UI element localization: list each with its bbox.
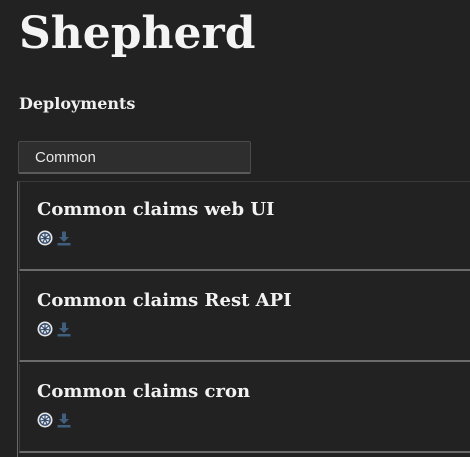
deployment-title[interactable]: Common claims web UI <box>37 198 274 222</box>
kubernetes-icon[interactable] <box>37 412 53 428</box>
deployment-card[interactable]: Common claims cron <box>19 364 470 453</box>
kubernetes-icon[interactable] <box>37 321 53 337</box>
deployment-card[interactable]: Common claims web UI <box>19 182 470 271</box>
deployment-list: Common claims web UI Common claims Rest … <box>17 181 470 457</box>
download-icon[interactable] <box>56 321 72 337</box>
app-title: Shepherd <box>19 8 256 59</box>
deployment-title[interactable]: Common claims Rest API <box>37 289 292 313</box>
kubernetes-icon[interactable] <box>37 230 53 246</box>
filter-tab-common[interactable]: Common <box>18 141 251 174</box>
download-icon[interactable] <box>56 412 72 428</box>
deployment-card[interactable]: Common claims Rest API <box>19 273 470 362</box>
download-icon[interactable] <box>56 230 72 246</box>
deployment-icons <box>37 320 72 338</box>
deployment-title[interactable]: Common claims cron <box>37 380 250 404</box>
page: Shepherd Deployments Common Common claim… <box>0 0 470 457</box>
deployment-icons <box>37 229 72 247</box>
filter-tab-label: Common <box>35 148 96 166</box>
section-title: Deployments <box>19 94 136 113</box>
deployment-icons <box>37 411 72 429</box>
